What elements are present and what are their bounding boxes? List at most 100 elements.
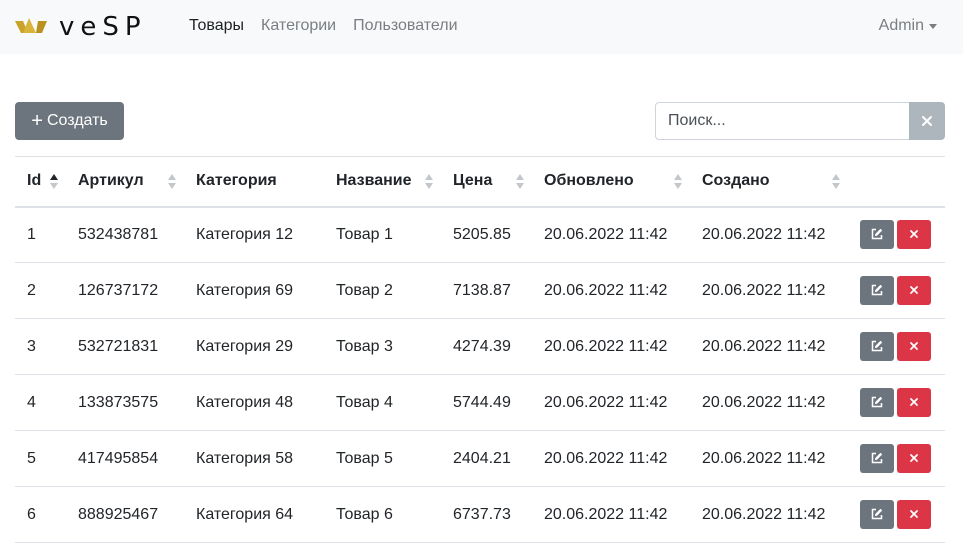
column-header-actions	[848, 157, 945, 207]
create-button[interactable]: + Создать	[15, 102, 124, 140]
cell-sku: 417495854	[78, 449, 159, 467]
column-header-sku[interactable]: Артикул	[66, 157, 184, 207]
sort-icon	[168, 174, 176, 190]
close-icon	[910, 342, 918, 350]
close-icon	[922, 116, 932, 126]
table-row: 4 133873575 Категория 48 Товар 4 5744.49…	[15, 375, 945, 431]
cell-name: Товар 6	[336, 505, 393, 523]
delete-button[interactable]	[897, 332, 931, 361]
sort-icon	[832, 174, 840, 190]
cell-sku: 532721831	[78, 337, 159, 355]
cell-sku: 888925467	[78, 505, 159, 523]
table-row: 1 532438781 Категория 12 Товар 1 5205.85…	[15, 207, 945, 263]
edit-button[interactable]	[860, 388, 894, 417]
cell-created: 20.06.2022 11:42	[702, 449, 826, 467]
chevron-down-icon	[929, 23, 937, 29]
nav-item-users[interactable]: Пользователи	[353, 16, 457, 36]
cell-id: 6	[27, 505, 36, 523]
cell-actions	[848, 207, 945, 263]
cell-updated: 20.06.2022 11:42	[544, 393, 668, 411]
main-nav: Товары Категории Пользователи	[189, 16, 475, 36]
close-icon	[910, 454, 918, 462]
cell-name: Товар 4	[336, 393, 393, 411]
edit-button[interactable]	[860, 220, 894, 250]
cell-actions	[848, 487, 945, 543]
edit-button[interactable]	[860, 500, 894, 529]
cell-updated: 20.06.2022 11:42	[544, 337, 668, 355]
cell-actions	[848, 263, 945, 319]
cell-category: Категория 69	[196, 281, 294, 299]
cell-sku: 133873575	[78, 393, 159, 411]
edit-icon	[871, 284, 883, 296]
cell-sku: 532438781	[78, 225, 159, 243]
logo-text: veSP	[59, 12, 147, 42]
column-header-price[interactable]: Цена	[441, 157, 532, 207]
logo-mark-icon	[15, 18, 47, 33]
create-button-label: Создать	[46, 112, 108, 129]
edit-button[interactable]	[860, 444, 894, 473]
cell-price: 2404.21	[453, 449, 511, 467]
close-icon	[910, 510, 918, 518]
cell-id: 5	[27, 449, 36, 467]
cell-category: Категория 58	[196, 449, 294, 467]
table-row: 3 532721831 Категория 29 Товар 3 4274.39…	[15, 319, 945, 375]
delete-button[interactable]	[897, 276, 931, 305]
products-table: Id Артикул Категория Название Цена Обнов…	[15, 156, 945, 543]
cell-actions	[848, 431, 945, 487]
delete-button[interactable]	[897, 220, 931, 250]
close-icon	[910, 230, 918, 239]
cell-updated: 20.06.2022 11:42	[544, 281, 668, 299]
cell-created: 20.06.2022 11:42	[702, 281, 826, 299]
search-group	[655, 102, 945, 140]
logo[interactable]: veSP	[15, 13, 147, 41]
user-menu[interactable]: Admin	[879, 16, 937, 36]
close-icon	[910, 286, 918, 294]
edit-icon	[871, 396, 883, 408]
search-input[interactable]	[655, 102, 909, 140]
edit-button[interactable]	[860, 332, 894, 361]
table-row: 6 888925467 Категория 64 Товар 6 6737.73…	[15, 487, 945, 543]
column-header-updated[interactable]: Обновлено	[532, 157, 690, 207]
delete-button[interactable]	[897, 500, 931, 529]
cell-id: 3	[27, 337, 36, 355]
cell-category: Категория 29	[196, 337, 294, 355]
sort-icon	[674, 174, 682, 190]
column-header-name[interactable]: Название	[324, 157, 441, 207]
cell-updated: 20.06.2022 11:42	[544, 449, 668, 467]
cell-category: Категория 48	[196, 393, 294, 411]
cell-actions	[848, 375, 945, 431]
search-clear-button[interactable]	[909, 102, 945, 140]
nav-item-categories[interactable]: Категории	[261, 16, 336, 36]
column-header-created[interactable]: Создано	[690, 157, 848, 207]
close-icon	[910, 398, 918, 406]
cell-price: 4274.39	[453, 337, 511, 355]
edit-icon	[871, 340, 883, 352]
edit-button[interactable]	[860, 276, 894, 305]
column-header-category: Категория	[196, 172, 277, 190]
cell-name: Товар 3	[336, 337, 393, 355]
cell-updated: 20.06.2022 11:42	[544, 225, 668, 243]
table-body: 1 532438781 Категория 12 Товар 1 5205.85…	[15, 207, 945, 543]
user-menu-label: Admin	[878, 17, 924, 34]
cell-id: 1	[27, 225, 36, 243]
column-header-id[interactable]: Id	[15, 157, 66, 207]
cell-price: 7138.87	[453, 281, 511, 299]
cell-category: Категория 12	[196, 225, 294, 243]
navbar: veSP Товары Категории Пользователи Admin	[0, 0, 963, 54]
cell-price: 5744.49	[453, 393, 511, 411]
edit-icon	[871, 508, 883, 520]
cell-price: 6737.73	[453, 505, 511, 523]
edit-icon	[871, 452, 883, 464]
cell-name: Товар 5	[336, 449, 393, 467]
cell-actions	[848, 319, 945, 375]
cell-id: 2	[27, 281, 36, 299]
delete-button[interactable]	[897, 444, 931, 473]
cell-created: 20.06.2022 11:42	[702, 337, 826, 355]
cell-id: 4	[27, 393, 36, 411]
delete-button[interactable]	[897, 388, 931, 417]
cell-category: Категория 64	[196, 505, 294, 523]
nav-item-products[interactable]: Товары	[189, 16, 244, 36]
table-row: 2 126737172 Категория 69 Товар 2 7138.87…	[15, 263, 945, 319]
sort-icon	[516, 174, 524, 190]
cell-updated: 20.06.2022 11:42	[544, 505, 668, 523]
